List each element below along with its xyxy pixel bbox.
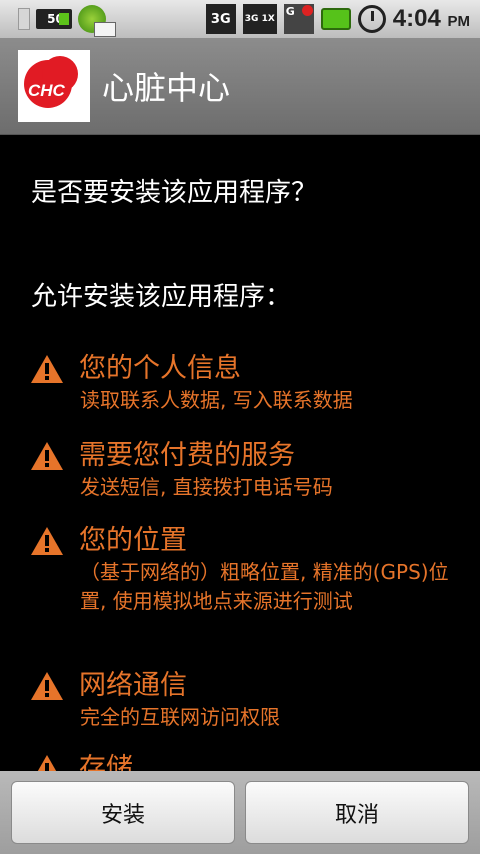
sd-card-icon bbox=[18, 8, 30, 30]
3g-data-icon: 3G bbox=[205, 4, 236, 34]
coin-icon bbox=[78, 5, 116, 37]
install-question: 是否要安装该应用程序？ bbox=[31, 178, 318, 208]
3g-label: 3G bbox=[210, 11, 231, 27]
permission-title: 您的个人信息 bbox=[79, 353, 241, 384]
permission-title: 存储 bbox=[79, 753, 133, 771]
clock-ampm: PM bbox=[447, 13, 471, 30]
warning-icon bbox=[31, 527, 63, 555]
install-button[interactable]: 安装 bbox=[11, 781, 235, 844]
permission-description: 发送短信, 直接拨打电话号码 bbox=[80, 475, 333, 499]
battery-icon bbox=[320, 8, 351, 30]
no-service-icon bbox=[301, 5, 313, 16]
permission-list[interactable]: 是否要安装该应用程序？ 允许安装该应用程序： 您的个人信息 读取联系人数据, 写… bbox=[0, 136, 480, 771]
permission-description: 完全的互联网访问权限 bbox=[80, 705, 280, 729]
battery-saver-icon: 50 bbox=[36, 9, 72, 29]
logo-text: CHC bbox=[28, 81, 65, 100]
alarm-icon bbox=[357, 5, 386, 33]
status-bar: 50 3G 3G 1X G 4:04 PM bbox=[0, 0, 480, 38]
notification-area[interactable]: 50 bbox=[0, 5, 116, 37]
app-title: 心脏中心 bbox=[102, 69, 231, 107]
signal-label: G bbox=[285, 5, 295, 18]
warning-icon bbox=[37, 755, 57, 771]
permission-description: （基于网络的）粗略位置, 精准的(GPS)位置, 使用模拟地点来源进行测试 bbox=[80, 560, 449, 613]
permissions-header: 允许安装该应用程序： bbox=[31, 282, 292, 312]
3g-1x-label: 3G 1X bbox=[244, 14, 275, 24]
3g-1x-icon: 3G 1X bbox=[242, 4, 277, 34]
warning-icon bbox=[31, 442, 63, 470]
permission-title: 您的位置 bbox=[79, 525, 187, 556]
cancel-button[interactable]: 取消 bbox=[245, 781, 469, 844]
permission-title: 需要您付费的服务 bbox=[79, 440, 295, 471]
clock-time: 4:04 bbox=[392, 5, 441, 32]
battery-saver-label: 50 bbox=[47, 12, 64, 26]
permission-description: 读取联系人数据, 写入联系数据 bbox=[80, 388, 353, 412]
button-bar: 安装 取消 bbox=[0, 771, 480, 854]
signal-icon: G bbox=[283, 4, 314, 34]
mail-icon bbox=[94, 22, 116, 37]
app-logo: CHC bbox=[18, 50, 90, 122]
title-bar: CHC 心脏中心 bbox=[0, 38, 480, 135]
system-icons: 3G 3G 1X G 4:04 PM bbox=[205, 4, 480, 34]
warning-icon bbox=[31, 355, 63, 383]
warning-icon bbox=[31, 672, 63, 700]
clock: 4:04 PM bbox=[393, 5, 470, 33]
permission-title: 网络通信 bbox=[79, 670, 187, 701]
